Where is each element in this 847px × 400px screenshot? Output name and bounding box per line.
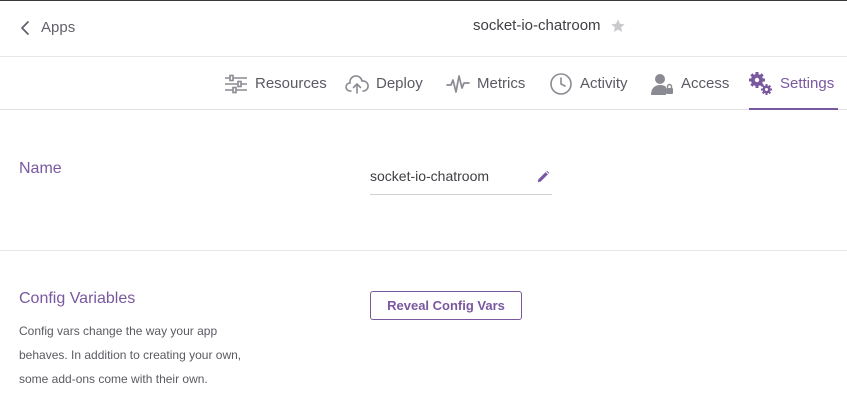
section-divider xyxy=(0,250,847,251)
app-header: Apps socket-io-chatroom xyxy=(0,1,847,57)
gears-icon xyxy=(749,72,772,95)
tab-access[interactable]: Access xyxy=(650,68,729,110)
tab-settings[interactable]: Settings xyxy=(749,68,838,110)
tab-activity[interactable]: Activity xyxy=(549,68,628,110)
tab-label-access: Access xyxy=(681,75,730,92)
pencil-icon[interactable] xyxy=(536,170,550,184)
config-vars-description: Config vars change the way your app beha… xyxy=(19,324,242,386)
tab-label-resources: Resources xyxy=(255,75,327,92)
chevron-left-icon xyxy=(21,20,29,35)
tab-label-settings: Settings xyxy=(780,75,835,92)
clock-icon xyxy=(550,73,572,95)
reveal-config-vars-button[interactable]: Reveal Config Vars xyxy=(370,291,522,320)
tab-deploy[interactable]: Deploy xyxy=(345,68,423,110)
tab-label-metrics: Metrics xyxy=(477,75,526,92)
name-section-label: Name xyxy=(19,160,62,177)
back-label: Apps xyxy=(41,19,76,36)
pulse-icon xyxy=(446,75,470,93)
user-lock-icon xyxy=(651,74,673,95)
back-to-apps-link[interactable]: Apps xyxy=(19,19,75,36)
star-icon[interactable] xyxy=(610,18,626,34)
app-tabs: Resources Deploy Metrics Activity Access xyxy=(0,58,847,110)
tab-resources[interactable]: Resources xyxy=(224,68,327,110)
app-name-value: socket-io-chatroom xyxy=(370,168,490,184)
tab-metrics[interactable]: Metrics xyxy=(446,68,525,110)
cloud-upload-icon xyxy=(345,75,369,94)
app-title-group: socket-io-chatroom xyxy=(473,17,626,34)
config-vars-section-label: Config Variables xyxy=(19,290,136,307)
resources-icon xyxy=(225,74,247,94)
tab-label-deploy: Deploy xyxy=(376,75,423,92)
app-name-field[interactable]: socket-io-chatroom xyxy=(370,166,552,195)
tab-label-activity: Activity xyxy=(580,75,628,92)
app-title: socket-io-chatroom xyxy=(473,17,601,34)
